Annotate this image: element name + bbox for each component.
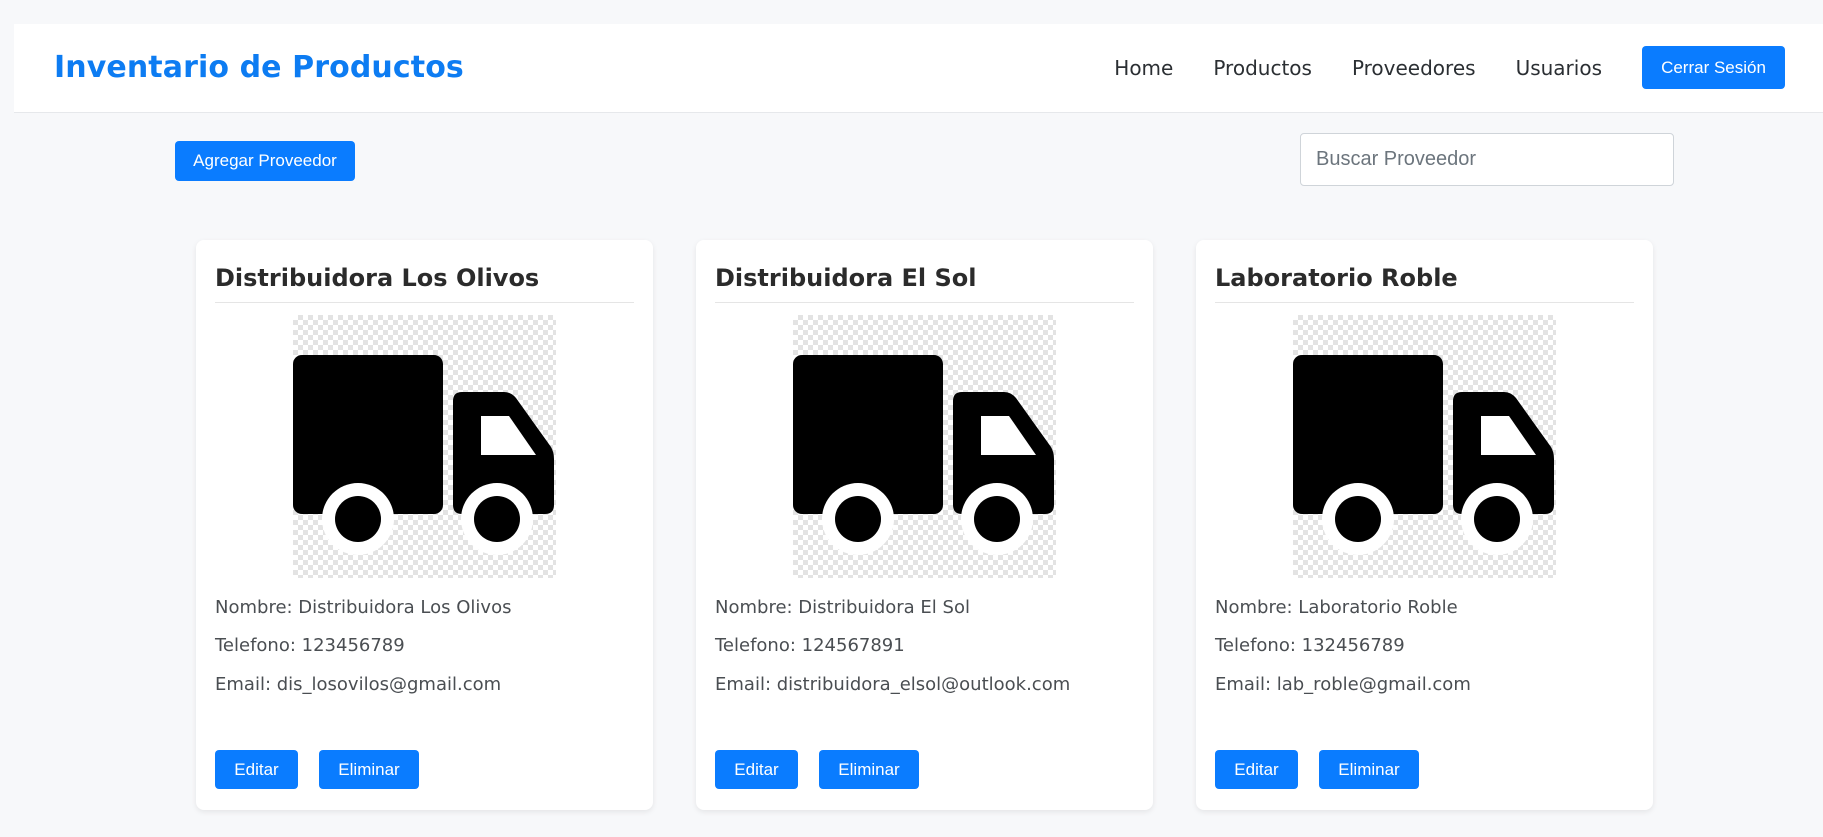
navbar: Inventario de Productos Home Productos P…: [14, 24, 1823, 113]
edit-button[interactable]: Editar: [715, 750, 798, 789]
supplier-card-title: Distribuidora El Sol: [715, 264, 1134, 303]
supplier-image: [1293, 315, 1556, 578]
edit-button[interactable]: Editar: [1215, 750, 1298, 789]
supplier-email: Email: lab_roble@gmail.com: [1215, 674, 1471, 695]
brand-title[interactable]: Inventario de Productos: [54, 50, 464, 85]
delete-button[interactable]: Eliminar: [319, 750, 419, 789]
add-supplier-button[interactable]: Agregar Proveedor: [175, 141, 355, 181]
nav-link-productos[interactable]: Productos: [1213, 56, 1312, 80]
supplier-name: Nombre: Distribuidora El Sol: [715, 597, 970, 618]
truck-icon: [793, 355, 1054, 555]
supplier-image: [293, 315, 556, 578]
supplier-name: Nombre: Laboratorio Roble: [1215, 597, 1458, 618]
supplier-name: Nombre: Distribuidora Los Olivos: [215, 597, 512, 618]
search-supplier-input[interactable]: [1300, 133, 1674, 186]
supplier-phone: Telefono: 124567891: [715, 635, 905, 656]
edit-button[interactable]: Editar: [215, 750, 298, 789]
supplier-card: Distribuidora Los Olivos Nombre: Distrib…: [196, 240, 653, 810]
supplier-email: Email: dis_losovilos@gmail.com: [215, 674, 502, 695]
supplier-image: [793, 315, 1056, 578]
nav-link-proveedores[interactable]: Proveedores: [1352, 56, 1476, 80]
truck-icon: [1293, 355, 1554, 555]
nav-link-home[interactable]: Home: [1114, 56, 1173, 80]
supplier-card: Distribuidora El Sol Nombre: Distribuido…: [696, 240, 1153, 810]
supplier-email: Email: distribuidora_elsol@outlook.com: [715, 674, 1071, 695]
truck-icon: [293, 355, 554, 555]
delete-button[interactable]: Eliminar: [1319, 750, 1419, 789]
supplier-card-title: Laboratorio Roble: [1215, 264, 1634, 303]
logout-button[interactable]: Cerrar Sesión: [1642, 46, 1785, 89]
supplier-phone: Telefono: 132456789: [1215, 635, 1405, 656]
nav-link-usuarios[interactable]: Usuarios: [1516, 56, 1602, 80]
supplier-card: Laboratorio Roble Nombre: Laboratorio Ro…: [1196, 240, 1653, 810]
nav-links: Home Productos Proveedores Usuarios Cerr…: [1114, 46, 1823, 89]
supplier-card-title: Distribuidora Los Olivos: [215, 264, 634, 303]
supplier-phone: Telefono: 123456789: [215, 635, 405, 656]
delete-button[interactable]: Eliminar: [819, 750, 919, 789]
